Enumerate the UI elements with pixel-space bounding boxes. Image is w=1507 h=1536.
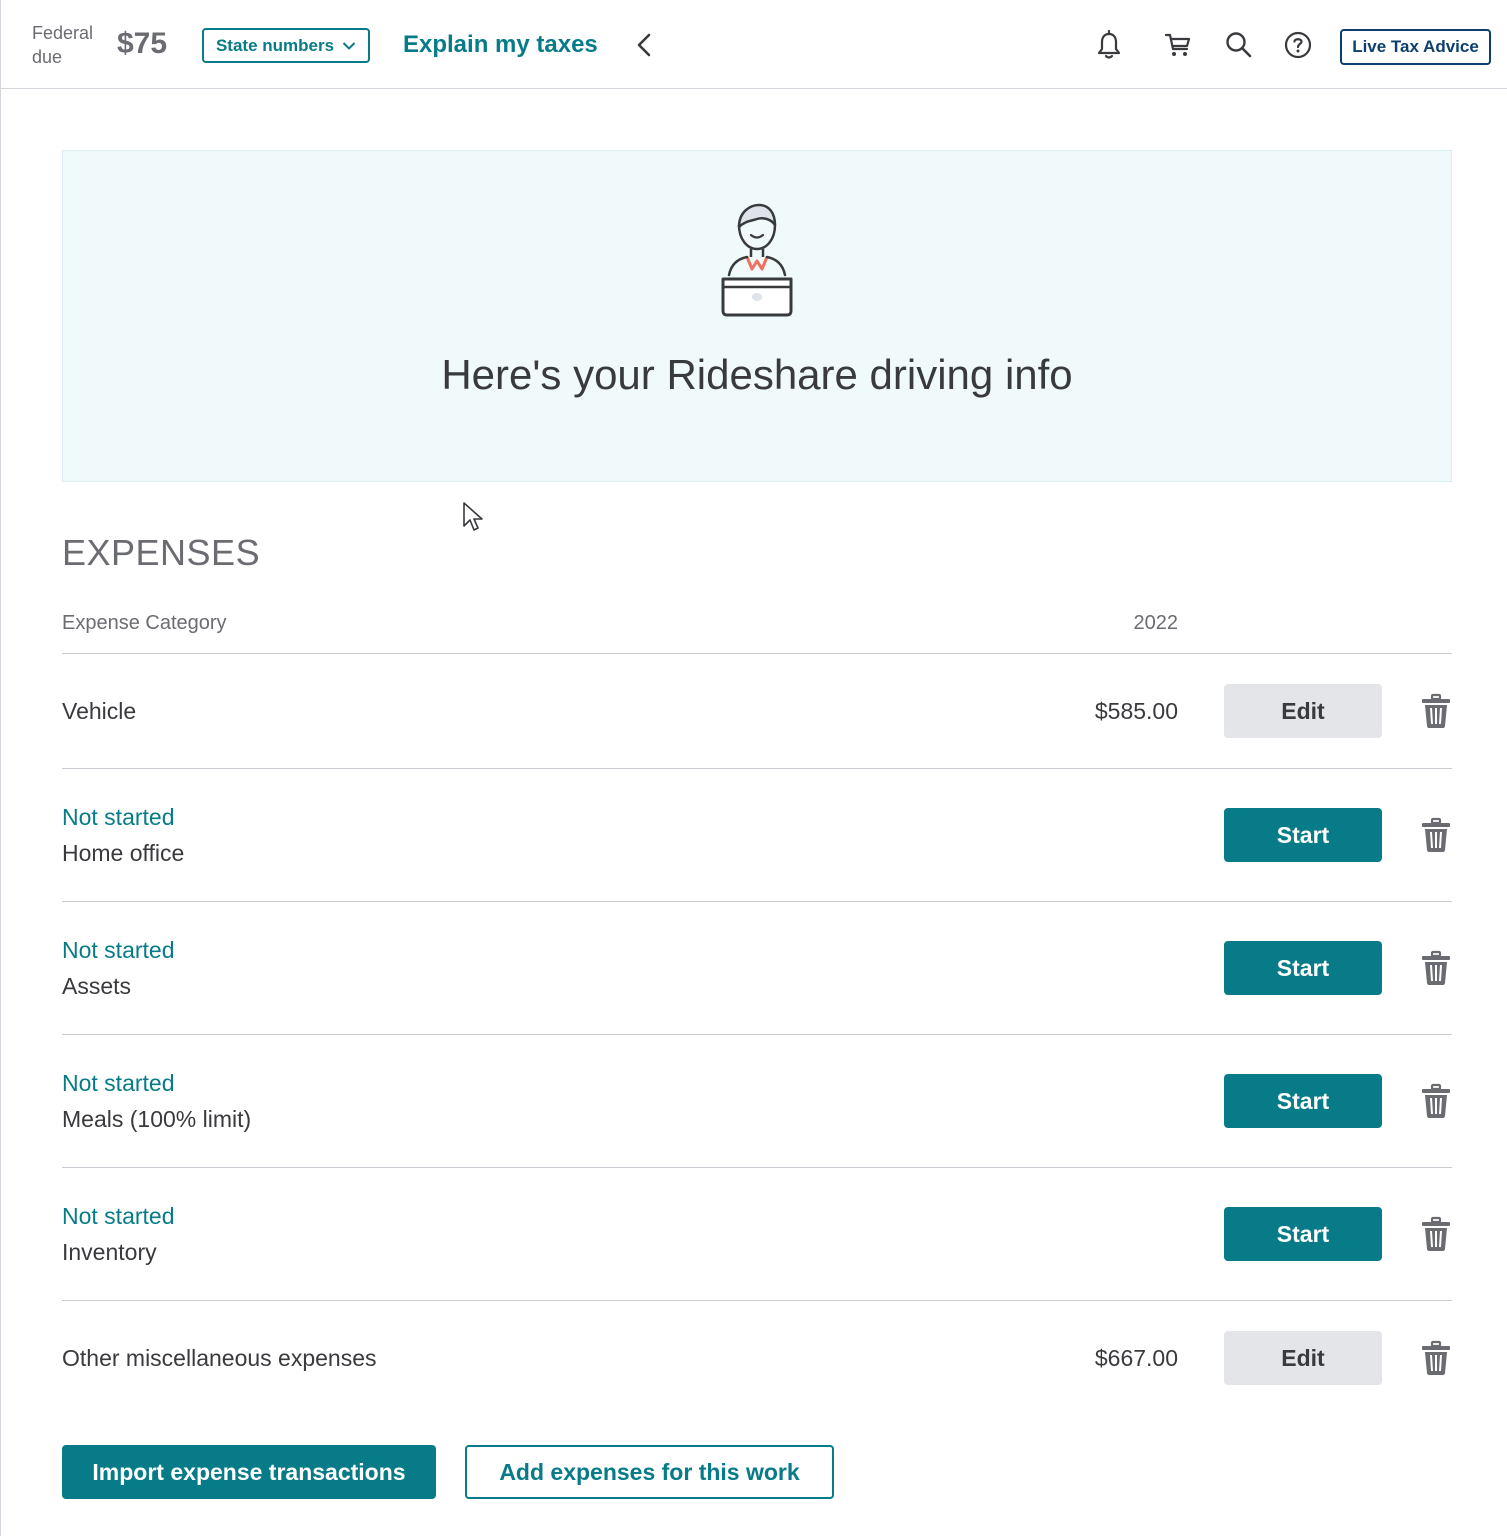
start-home-office-button[interactable]: Start [1224, 808, 1382, 862]
expense-row-label: Vehicle [62, 698, 137, 724]
expense-row-amount: $667.00 [1094, 1345, 1178, 1371]
start-assets-button[interactable]: Start [1224, 941, 1382, 995]
expense-category-column-header: Expense Category [62, 612, 227, 634]
expense-row-status: Not started [62, 804, 175, 830]
info-banner: Here's your Rideshare driving info [62, 150, 1452, 482]
person-with-laptop-icon [721, 203, 793, 317]
mouse-cursor-icon [463, 502, 483, 531]
expenses-section-title: EXPENSES [62, 532, 261, 573]
state-numbers-label: State numbers [215, 35, 335, 55]
edit-vehicle-button[interactable]: Edit [1224, 684, 1382, 738]
expense-row-label: Inventory [62, 1239, 157, 1265]
table-divider [62, 653, 1452, 654]
trash-icon[interactable] [1420, 950, 1452, 986]
bell-icon[interactable] [1094, 29, 1124, 61]
state-numbers-button[interactable]: State numbers [202, 28, 370, 63]
live-tax-advice-button[interactable]: Live Tax Advice [1340, 29, 1491, 65]
chevron-down-icon [342, 41, 356, 50]
import-expense-transactions-button[interactable]: Import expense transactions [62, 1445, 436, 1499]
table-divider [62, 1167, 1452, 1168]
table-divider [62, 768, 1452, 769]
help-icon[interactable] [1283, 29, 1313, 61]
start-meals-button[interactable]: Start [1224, 1074, 1382, 1128]
add-expenses-button[interactable]: Add expenses for this work [465, 1445, 834, 1499]
trash-icon[interactable] [1420, 1083, 1452, 1119]
trash-icon[interactable] [1420, 817, 1452, 853]
banner-title: Here's your Rideshare driving info [441, 351, 1073, 398]
explain-my-taxes-link[interactable]: Explain my taxes [403, 29, 598, 61]
federal-due-amount: $75 [117, 27, 168, 60]
trash-icon[interactable] [1420, 693, 1452, 729]
trash-icon[interactable] [1420, 1340, 1452, 1376]
expense-row-label: Home office [62, 840, 185, 866]
table-divider [62, 1034, 1452, 1035]
edit-misc-expenses-button[interactable]: Edit [1224, 1331, 1382, 1385]
search-icon[interactable] [1223, 29, 1253, 61]
expense-row-status: Not started [62, 1203, 175, 1229]
trash-icon[interactable] [1420, 1216, 1452, 1252]
year-column-header: 2022 [1133, 612, 1179, 634]
expense-row-status: Not started [62, 937, 175, 963]
federal-due-label: Federal due [32, 23, 94, 67]
expense-row-label: Assets [62, 973, 132, 999]
expense-row-amount: $585.00 [1094, 698, 1178, 724]
top-header: Federal due $75 State numbers Explain my… [1, 0, 1507, 89]
expense-row-status: Not started [62, 1070, 175, 1096]
expense-row-label: Meals (100% limit) [62, 1106, 252, 1132]
chevron-left-icon[interactable] [632, 31, 656, 59]
table-divider [62, 901, 1452, 902]
cart-icon[interactable] [1163, 29, 1193, 61]
start-inventory-button[interactable]: Start [1224, 1207, 1382, 1261]
expense-row-label: Other miscellaneous expenses [62, 1345, 377, 1371]
table-divider [62, 1300, 1452, 1301]
